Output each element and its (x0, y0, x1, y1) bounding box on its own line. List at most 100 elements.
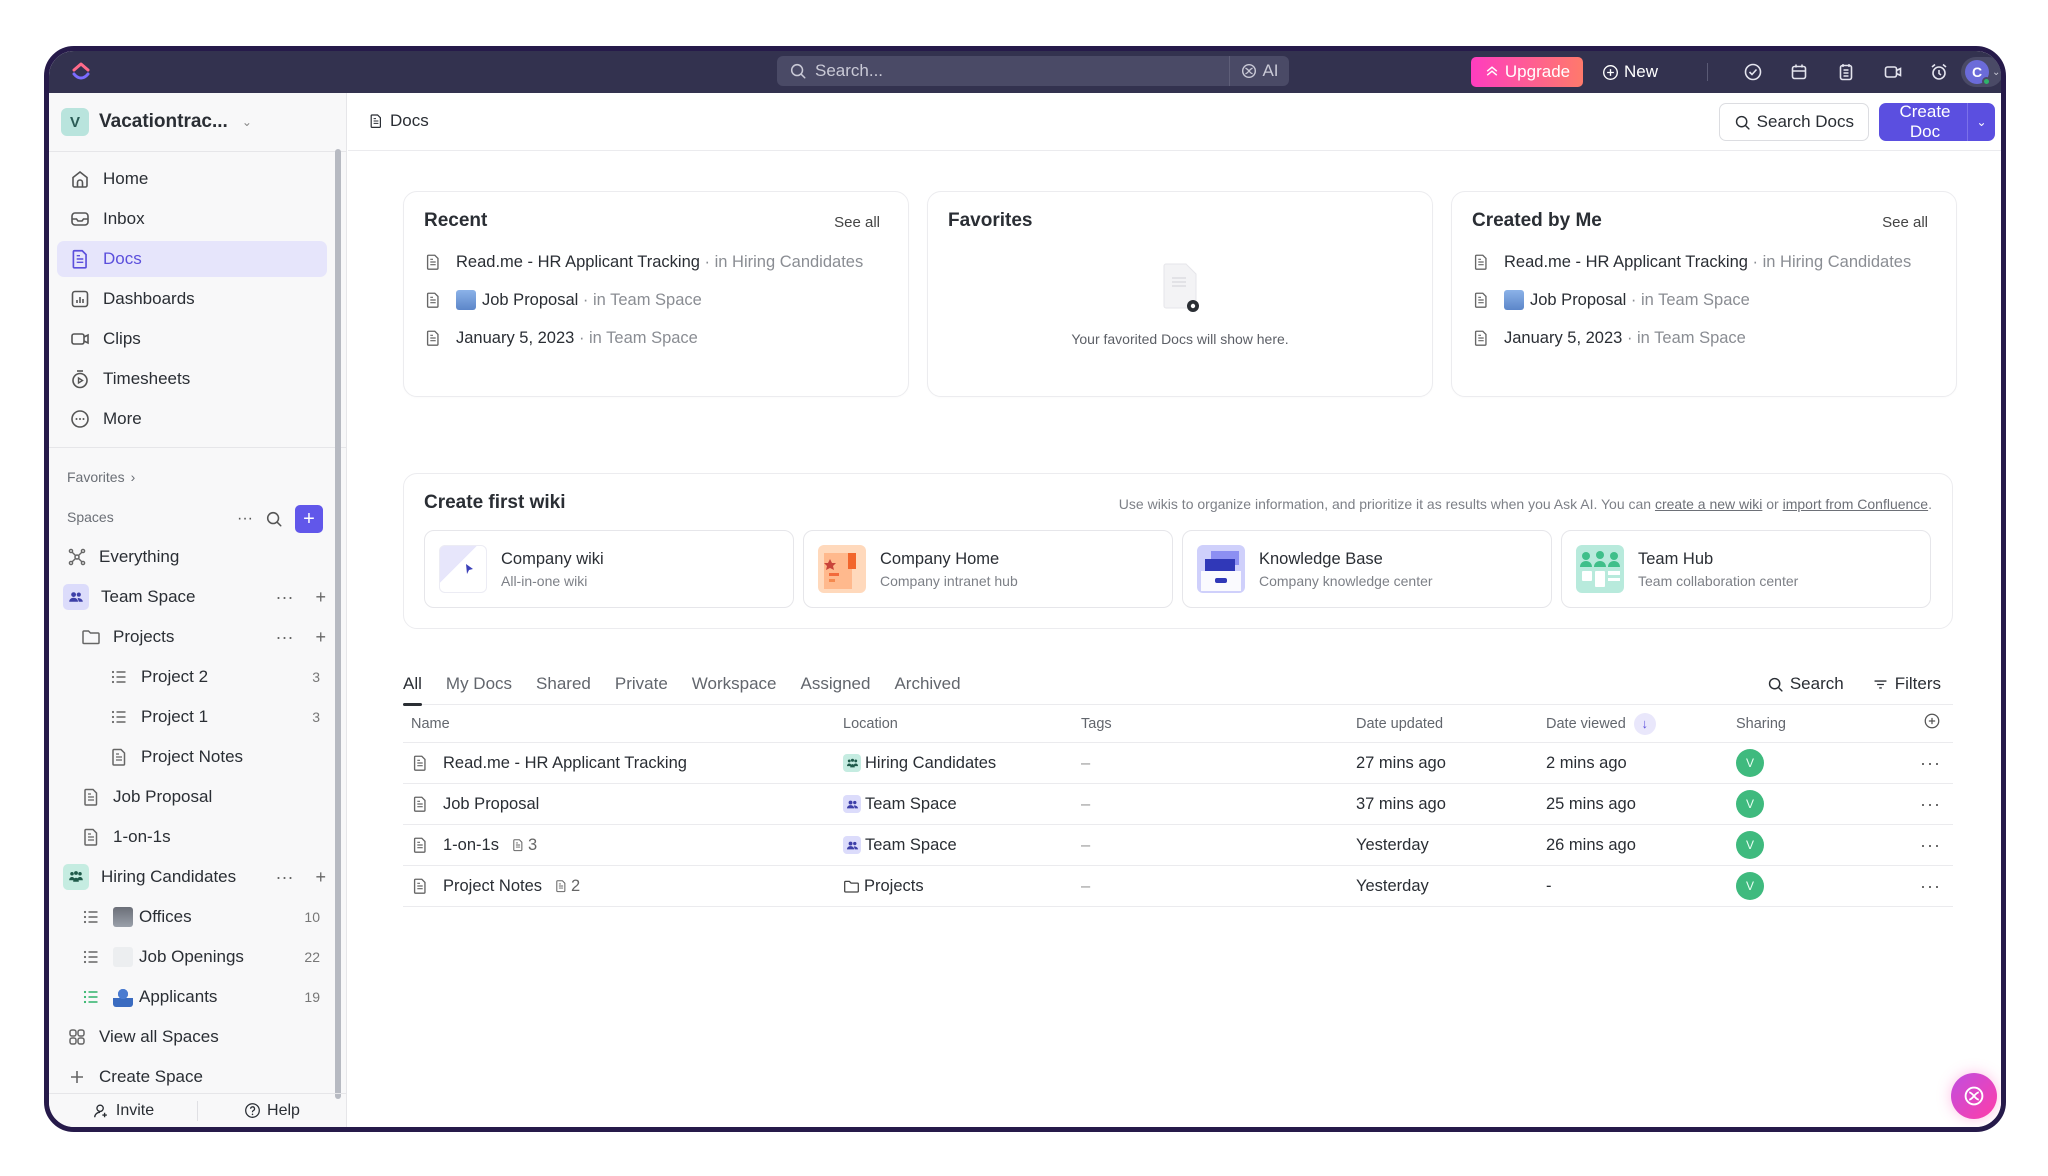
location-cell[interactable]: Team Space (843, 795, 957, 814)
column-header-date-viewed[interactable]: Date viewed ↓ (1546, 712, 1656, 735)
see-all-link[interactable]: See all (834, 214, 880, 231)
recent-doc-item[interactable]: January 5, 2023 · in Team Space (424, 326, 698, 350)
sidebar-item-view-all-spaces[interactable]: View all Spaces (67, 1019, 326, 1055)
recent-doc-item[interactable]: Read.me - HR Applicant Tracking · in Hir… (424, 250, 863, 274)
tags-cell[interactable]: – (1081, 836, 1090, 855)
video-icon[interactable] (1883, 62, 1903, 82)
app-logo-icon[interactable] (69, 59, 93, 83)
more-icon[interactable]: ··· (276, 867, 294, 888)
location-cell[interactable]: Hiring Candidates (843, 754, 996, 773)
wiki-template-company-wiki[interactable]: Company wiki All-in-one wiki (424, 530, 794, 608)
sidebar-item-home[interactable]: Home (57, 161, 327, 197)
sharing-cell[interactable]: V (1736, 831, 1764, 859)
created-doc-item[interactable]: Job Proposal · in Team Space (1472, 288, 1750, 312)
user-avatar-menu[interactable]: C ⌄ (1961, 57, 2001, 87)
sidebar-item-project-2[interactable]: Project 2 3 (109, 659, 326, 695)
location-cell[interactable]: Projects (843, 877, 924, 896)
plus-icon[interactable]: + (315, 627, 326, 648)
tags-cell[interactable]: – (1081, 877, 1090, 896)
sharing-cell[interactable]: V (1736, 790, 1764, 818)
table-row[interactable]: Job Proposal Team Space – 37 mins ago 25 min… (403, 784, 1953, 825)
see-all-link[interactable]: See all (1882, 214, 1928, 231)
sidebar-item-inbox[interactable]: Inbox (57, 201, 327, 237)
workspace-switcher[interactable]: V Vacationtrac... ⌄ (61, 107, 252, 137)
created-doc-item[interactable]: January 5, 2023 · in Team Space (1472, 326, 1746, 350)
filters-button[interactable]: Filters (1872, 674, 1941, 694)
sidebar-scrollbar[interactable] (335, 149, 341, 1099)
create-doc-dropdown[interactable]: ⌄ (1967, 103, 1995, 141)
plus-icon[interactable]: + (315, 867, 326, 888)
column-header-tags[interactable]: Tags (1081, 716, 1112, 732)
tab-assigned[interactable]: Assigned (801, 663, 871, 705)
row-more-icon[interactable]: ··· (1920, 876, 1941, 897)
table-row[interactable]: Project Notes 2 Projects – Yesterday - V ··· (403, 866, 1953, 907)
notepad-icon[interactable] (1836, 62, 1856, 82)
wiki-template-team-hub[interactable]: Team Hub Team collaboration center (1561, 530, 1931, 608)
doc-name-cell[interactable]: Job Proposal (411, 795, 539, 814)
sidebar-item-applicants[interactable]: Applicants 19 (81, 979, 326, 1015)
sidebar-item-docs[interactable]: Docs (57, 241, 327, 277)
tab-my-docs[interactable]: My Docs (446, 663, 512, 705)
sidebar-item-more[interactable]: More (57, 401, 327, 437)
search-icon[interactable] (265, 510, 283, 528)
import-confluence-link[interactable]: import from Confluence (1783, 496, 1929, 512)
table-search-button[interactable]: Search (1767, 674, 1844, 694)
tab-private[interactable]: Private (615, 663, 668, 705)
alarm-clock-icon[interactable] (1929, 62, 1949, 82)
doc-name-cell[interactable]: Read.me - HR Applicant Tracking (411, 754, 687, 773)
calendar-icon[interactable] (1789, 62, 1809, 82)
sidebar-item-timesheets[interactable]: Timesheets (57, 361, 327, 397)
table-row[interactable]: 1-on-1s 3 Team Space – Yesterday 26 mins ago V… (403, 825, 1953, 866)
favorites-section-toggle[interactable]: Favorites › (67, 469, 135, 485)
sidebar-item-hiring-candidates[interactable]: Hiring Candidates ··· + (63, 859, 326, 895)
tags-cell[interactable]: – (1081, 795, 1090, 814)
more-icon[interactable]: ··· (237, 510, 253, 528)
doc-name-cell[interactable]: Project Notes 2 (411, 877, 580, 896)
row-more-icon[interactable]: ··· (1920, 753, 1941, 774)
row-more-icon[interactable]: ··· (1920, 835, 1941, 856)
plus-icon[interactable]: + (315, 587, 326, 608)
sidebar-item-job-proposal[interactable]: Job Proposal (81, 779, 326, 815)
sidebar-item-project-notes[interactable]: Project Notes (109, 739, 326, 775)
sidebar-item-create-space[interactable]: Create Space (67, 1059, 326, 1095)
sidebar-item-project-1[interactable]: Project 1 3 (109, 699, 326, 735)
create-new-wiki-link[interactable]: create a new wiki (1655, 496, 1762, 512)
wiki-template-company-home[interactable]: Company Home Company intranet hub (803, 530, 1173, 608)
create-doc-button[interactable]: Create Doc ⌄ (1879, 102, 1995, 141)
table-row[interactable]: Read.me - HR Applicant Tracking Hiring Ca… (403, 743, 1953, 784)
column-header-date-updated[interactable]: Date updated (1356, 716, 1443, 732)
ai-button[interactable]: AI (1229, 56, 1289, 86)
ai-assistant-button[interactable] (1951, 1073, 1997, 1119)
sharing-cell[interactable]: V (1736, 749, 1764, 777)
breadcrumb[interactable]: Docs (368, 111, 429, 131)
more-icon[interactable]: ··· (276, 627, 294, 648)
tab-archived[interactable]: Archived (894, 663, 960, 705)
sidebar-item-clips[interactable]: Clips (57, 321, 327, 357)
column-header-location[interactable]: Location (843, 716, 898, 732)
add-column-icon[interactable] (1923, 712, 1941, 735)
search-docs-button[interactable]: Search Docs (1718, 103, 1869, 141)
upgrade-button[interactable]: Upgrade (1471, 57, 1583, 87)
invite-button[interactable]: Invite (49, 1102, 197, 1120)
sharing-cell[interactable]: V (1736, 872, 1764, 900)
check-circle-icon[interactable] (1743, 62, 1763, 82)
sidebar-item-dashboards[interactable]: Dashboards (57, 281, 327, 317)
tab-workspace[interactable]: Workspace (692, 663, 777, 705)
created-doc-item[interactable]: Read.me - HR Applicant Tracking · in Hir… (1472, 250, 1911, 274)
new-button[interactable]: New (1602, 57, 1658, 87)
tab-all[interactable]: All (403, 663, 422, 706)
global-search-input[interactable]: Search... AI (777, 56, 1289, 86)
sidebar-item-job-openings[interactable]: Job Openings 22 (81, 939, 326, 975)
column-header-sharing[interactable]: Sharing (1736, 716, 1786, 732)
tab-shared[interactable]: Shared (536, 663, 591, 705)
column-header-name[interactable]: Name (411, 716, 450, 732)
doc-name-cell[interactable]: 1-on-1s 3 (411, 836, 537, 855)
tags-cell[interactable]: – (1081, 754, 1090, 773)
sidebar-item-1-on-1s[interactable]: 1-on-1s (81, 819, 326, 855)
help-button[interactable]: Help (198, 1102, 346, 1120)
recent-doc-item[interactable]: Job Proposal · in Team Space (424, 288, 702, 312)
sidebar-item-everything[interactable]: Everything (67, 539, 326, 575)
sort-descending-icon[interactable]: ↓ (1633, 712, 1656, 735)
add-space-button[interactable]: + (294, 505, 323, 533)
sidebar-item-projects[interactable]: Projects ··· + (81, 619, 326, 655)
